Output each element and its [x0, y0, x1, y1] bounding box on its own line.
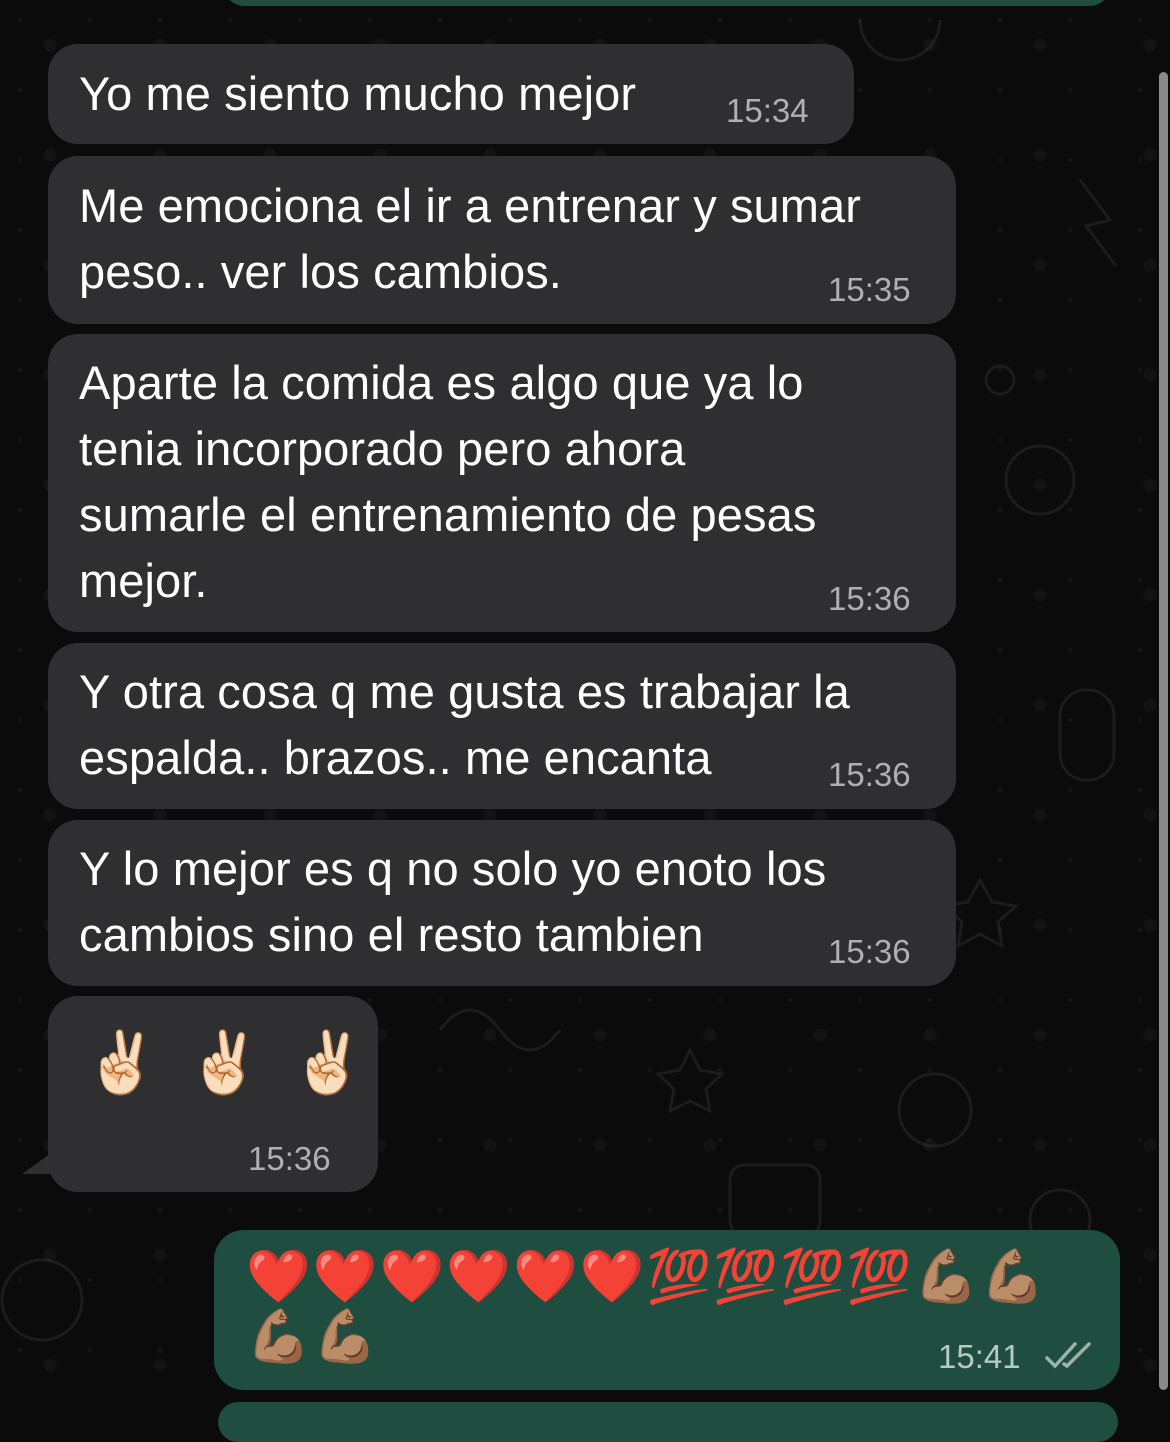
- next-outgoing-bubble: [218, 1402, 1118, 1442]
- message-emoji-line-1: ❤️❤️❤️❤️❤️❤️💯💯💯💯💪🏽💪🏽: [246, 1248, 1047, 1306]
- message-text: Y otra cosa q me gusta es trabajar la es…: [79, 665, 850, 784]
- message-timestamp: 15:35: [828, 271, 911, 308]
- message-timestamp: 15:36: [248, 1140, 331, 1177]
- message-timestamp: 15:34: [726, 92, 809, 129]
- message-emoji: ✌🏻 ✌🏻 ✌🏻: [84, 1029, 372, 1096]
- message-timestamp: 15:36: [828, 756, 911, 793]
- message-emoji-line-2: 💪🏽💪🏽: [246, 1308, 380, 1366]
- message-bubble-incoming[interactable]: ✌🏻 ✌🏻 ✌🏻 15:36: [48, 996, 378, 1192]
- message-text: Yo me siento mucho mejor: [79, 67, 637, 120]
- scrollbar[interactable]: [1159, 72, 1168, 1390]
- double-check-icon: [1045, 1342, 1091, 1369]
- message-timestamp: 15:36: [828, 580, 911, 617]
- message-text: Y lo mejor es q no solo yo enoto los cam…: [79, 842, 827, 961]
- message-bubble-incoming[interactable]: Y lo mejor es q no solo yo enoto los cam…: [48, 820, 956, 986]
- message-text: Me emociona el ir a entrenar y sumar pes…: [79, 179, 862, 298]
- message-bubble-outgoing[interactable]: ❤️❤️❤️❤️❤️❤️💯💯💯💯💪🏽💪🏽 💪🏽💪🏽 15:41: [214, 1230, 1120, 1390]
- previous-outgoing-bubble: [222, 0, 1112, 6]
- message-bubble-incoming[interactable]: Aparte la comida es algo que ya lo tenia…: [48, 334, 956, 632]
- message-timestamp: 15:36: [828, 933, 911, 970]
- bubble-tail: [22, 1148, 58, 1174]
- message-bubble-incoming[interactable]: Me emociona el ir a entrenar y sumar pes…: [48, 156, 956, 324]
- message-bubble-incoming[interactable]: Yo me siento mucho mejor 15:34: [48, 44, 854, 144]
- message-timestamp: 15:41: [938, 1338, 1021, 1375]
- message-bubble-incoming[interactable]: Y otra cosa q me gusta es trabajar la es…: [48, 643, 956, 809]
- message-text: Aparte la comida es algo que ya lo tenia…: [79, 356, 817, 607]
